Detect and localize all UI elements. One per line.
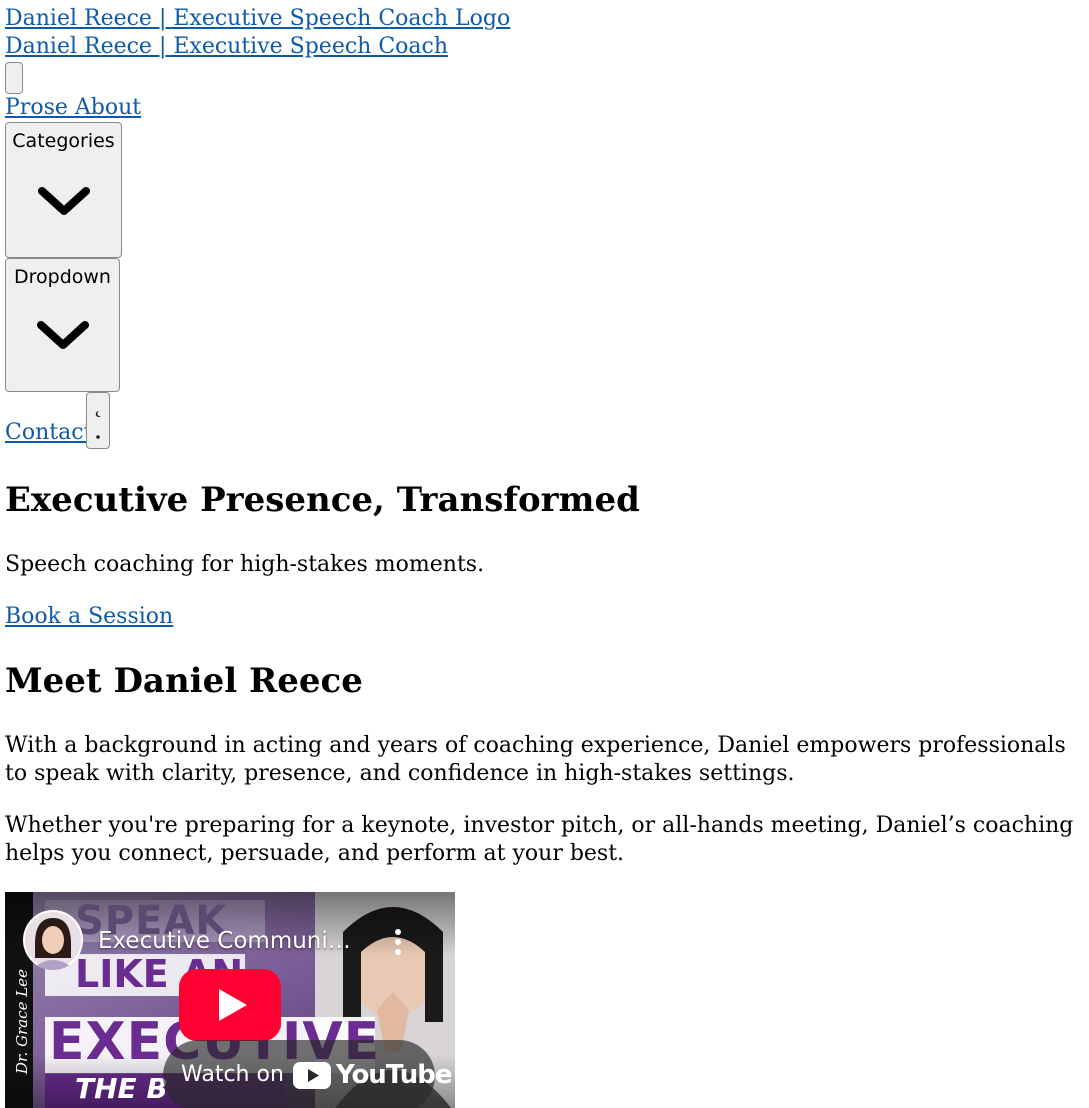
watch-on-label: Watch on: [181, 1062, 284, 1087]
book-session-link[interactable]: Book a Session: [5, 604, 173, 630]
about-paragraph-1: With a background in acting and years of…: [5, 733, 1066, 786]
signature-text: Dr. Grace Lee: [13, 969, 31, 1074]
logo-link[interactable]: Daniel Reece | Executive Speech Coach Lo…: [5, 6, 510, 32]
categories-label: Categories: [12, 130, 115, 152]
thumbnail-text: THE B: [75, 1072, 168, 1105]
chevron-down-icon: [36, 321, 89, 349]
channel-avatar[interactable]: [23, 910, 83, 970]
hero-title: Executive Presence, Transformed: [5, 480, 640, 520]
video-title[interactable]: Executive Communi…: [98, 928, 351, 954]
about-paragraph-2: Whether you're preparing for a keynote, …: [5, 813, 1074, 866]
prose-about-link[interactable]: Prose About: [5, 95, 141, 121]
play-button-icon[interactable]: [179, 969, 281, 1041]
menu-toggle-button[interactable]: [5, 62, 23, 94]
dropdown-label: Dropdown: [14, 266, 111, 288]
theme-toggle-button[interactable]: [86, 392, 110, 449]
youtube-wordmark: YouTube: [336, 1060, 452, 1090]
contact-link[interactable]: Contact: [5, 420, 92, 446]
about-heading: Meet Daniel Reece: [5, 661, 363, 701]
categories-button[interactable]: Categories: [5, 122, 122, 258]
dropdown-button[interactable]: Dropdown: [5, 258, 120, 392]
hero-subtitle: Speech coaching for high-stakes moments.: [5, 552, 485, 577]
youtube-logo-icon: [293, 1062, 331, 1089]
site-title-link[interactable]: Daniel Reece | Executive Speech Coach: [5, 34, 448, 60]
moon-icon: [95, 410, 101, 439]
watch-on-youtube-button[interactable]: Watch on YouTube: [163, 1040, 452, 1108]
youtube-embed[interactable]: SPEAK LIKE AN EXECUTIVE THE B Dr. Grace …: [5, 892, 455, 1108]
avatar: [25, 912, 81, 970]
more-options-icon[interactable]: [391, 928, 405, 956]
chevron-down-icon: [37, 187, 90, 215]
